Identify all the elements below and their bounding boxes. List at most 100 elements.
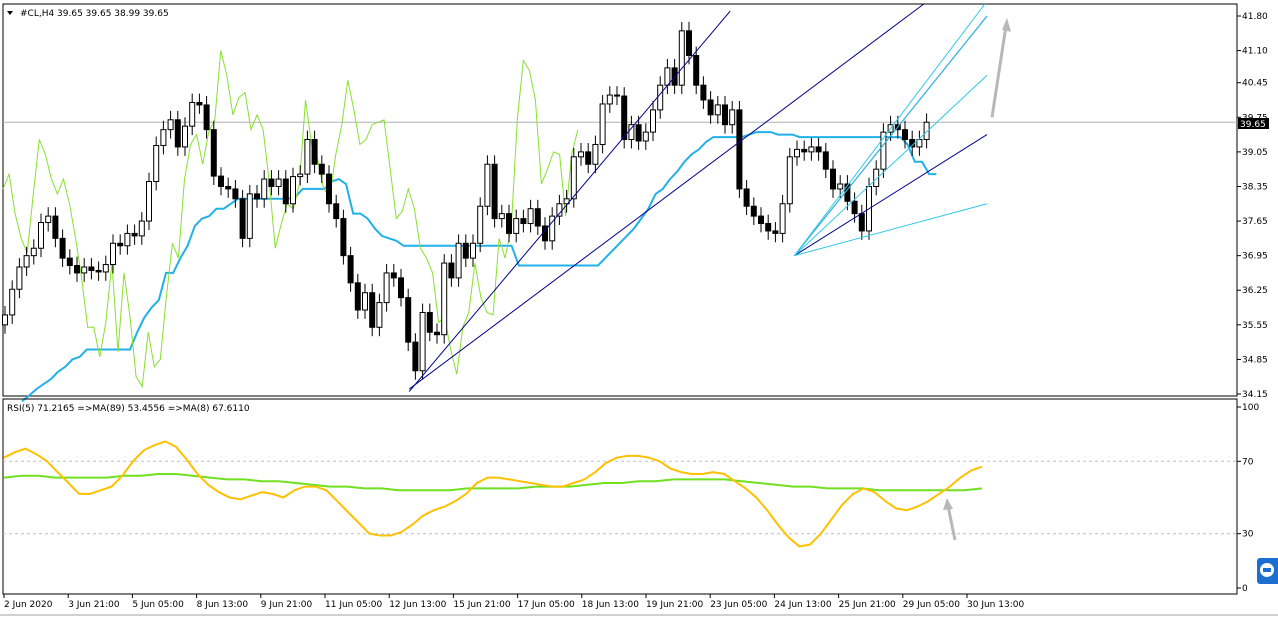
rsi-caption: RSI(5) 71.2165 =>MA(89) 53.4556 =>MA(8) … [7, 404, 250, 414]
candle-bear [506, 213, 512, 234]
candle-bear [758, 215, 764, 225]
candle-bear [520, 218, 527, 225]
time-tick-label: 18 Jun 13:00 [582, 600, 639, 610]
candle-bear [254, 193, 260, 200]
candle-bear [117, 242, 124, 247]
candle-bear [282, 178, 289, 205]
candle-bull [9, 288, 16, 316]
candle-bull [678, 30, 685, 86]
candle-bear [52, 215, 59, 239]
candle-bear [801, 148, 808, 153]
candle-bull [275, 178, 282, 187]
candle-bear [686, 30, 692, 57]
candle-bull [297, 173, 304, 178]
price-tick-label: 37.65 [1242, 217, 1268, 227]
candle-bull [837, 183, 844, 190]
candle-bear [74, 265, 80, 274]
candle-bull [484, 163, 491, 207]
trading-chart[interactable]: 41.8041.1040.4539.7539.0538.3537.6536.95… [0, 0, 1278, 619]
candle-bull [160, 129, 167, 146]
candle-bull [23, 255, 30, 268]
candle-bear [369, 292, 376, 328]
candle-bear [268, 178, 275, 187]
candle-bull [146, 181, 152, 222]
candle-bull [182, 125, 188, 148]
candle-bull [304, 139, 311, 175]
candle-bear [318, 163, 325, 175]
candle-bull [81, 266, 88, 274]
time-tick-label: 23 Jun 05:00 [710, 600, 767, 610]
candle-bull [38, 222, 44, 249]
candle-bull [570, 156, 577, 200]
candle-bull [657, 84, 664, 111]
candle-bull [2, 314, 8, 326]
current-price-label: 39.65 [1240, 120, 1266, 130]
candle-bull [189, 101, 196, 127]
time-tick-label: 15 Jun 21:00 [453, 600, 510, 610]
candle-bear [722, 104, 728, 126]
candle-bull [592, 143, 599, 165]
candle-bear [851, 200, 858, 215]
candle-bear [354, 282, 361, 311]
time-tick-label: 24 Jun 13:00 [774, 600, 831, 610]
candle-bear [340, 218, 347, 257]
candle-bull [628, 124, 635, 141]
price-tick-label: 38.35 [1242, 182, 1268, 192]
time-tick-label: 8 Jun 13:00 [197, 600, 249, 610]
rsi-tick-label: 0 [1242, 584, 1248, 594]
candle-bear [95, 269, 102, 273]
candle-bull [376, 302, 383, 328]
candle-bear [750, 205, 757, 217]
candle-bear [203, 104, 210, 131]
candle-bull [578, 151, 584, 158]
candle-bear [822, 151, 829, 170]
candle-bear [225, 185, 232, 190]
candle-bull [664, 67, 671, 86]
rsi-tick-label: 70 [1242, 457, 1254, 467]
candle-bull [808, 146, 815, 153]
candle-bear [462, 242, 469, 259]
candle-bull [527, 208, 534, 225]
time-tick-label: 5 Jun 05:00 [132, 600, 184, 610]
time-tick-label: 30 Jun 13:00 [967, 600, 1024, 610]
candle-bear [333, 203, 340, 220]
candle-bull [779, 203, 786, 234]
candle-bear [59, 237, 66, 259]
price-tick-label: 36.25 [1242, 286, 1268, 296]
time-tick-label: 17 Jun 05:00 [518, 600, 575, 610]
candle-bear [218, 175, 224, 187]
candle-bull [153, 144, 160, 183]
chart-caption: #CL,H4 39.65 39.65 38.99 39.65 [20, 9, 169, 19]
candle-bear [398, 277, 404, 299]
candle-bear [635, 124, 642, 142]
price-tick-label: 40.45 [1242, 79, 1268, 89]
price-tick-label: 34.15 [1242, 390, 1268, 400]
candle-bear [347, 255, 354, 284]
time-tick-label: 12 Jun 13:00 [389, 600, 446, 610]
price-tick-label: 39.05 [1242, 148, 1268, 158]
candle-bull [606, 94, 613, 105]
time-tick-label: 19 Jun 21:00 [646, 600, 703, 610]
rsi-tick-label: 30 [1242, 530, 1254, 540]
price-tick-label: 35.55 [1242, 321, 1268, 331]
candle-bear [815, 146, 822, 153]
candle-bear [232, 188, 239, 200]
candle-bull [642, 131, 649, 142]
candle-bull [138, 220, 145, 237]
candle-bear [736, 109, 743, 190]
candle-bear [174, 119, 181, 148]
time-tick-label: 11 Jun 05:00 [325, 600, 382, 610]
candle-bear [707, 99, 714, 116]
candle-bull [110, 242, 116, 266]
candle-bull [513, 218, 520, 234]
candle-bear [693, 55, 700, 86]
candle-bull [729, 109, 736, 126]
candle-bear [830, 168, 836, 190]
candle-bull [419, 311, 426, 372]
teamviewer-icon[interactable] [1257, 558, 1278, 584]
candle-bull [498, 213, 505, 220]
candle-bull [794, 148, 800, 158]
time-tick-label: 3 Jun 21:00 [68, 600, 120, 610]
candle-bull [383, 272, 390, 304]
candle-bear [66, 257, 73, 267]
